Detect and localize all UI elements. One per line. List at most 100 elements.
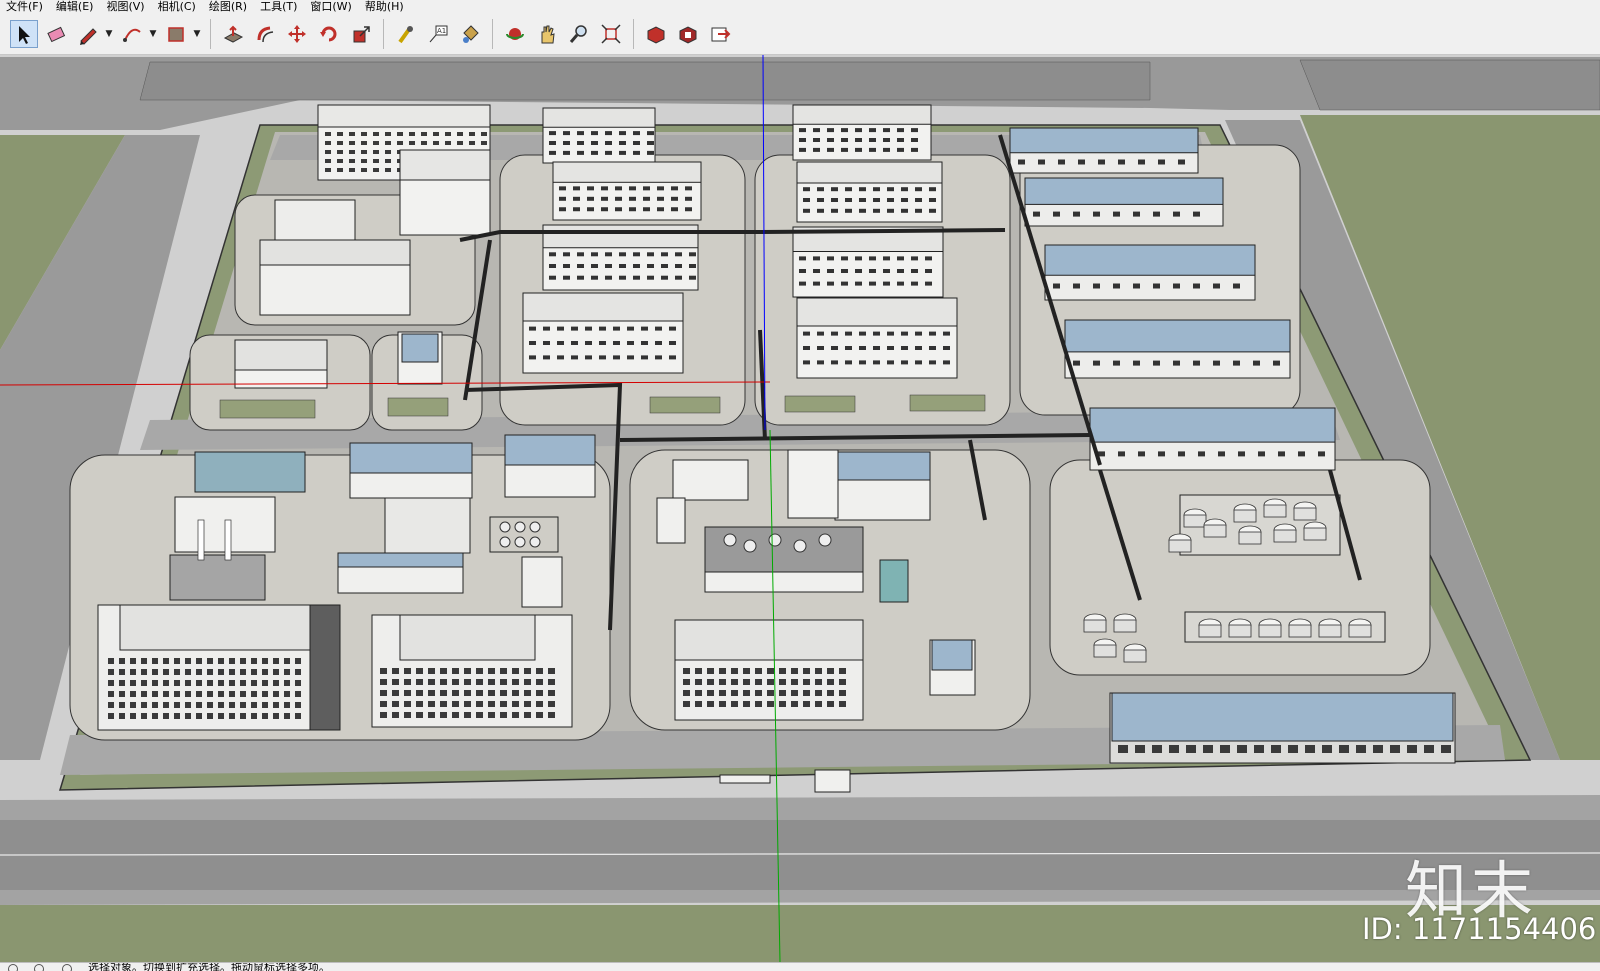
window xyxy=(845,198,852,202)
window xyxy=(1033,211,1040,217)
tape-measure-icon xyxy=(398,26,413,44)
eraser-tool-button[interactable] xyxy=(42,20,70,48)
watermark-id: ID: 1171154406 xyxy=(1362,912,1597,946)
rectangle-dropdown-arrow-icon[interactable]: ▼ xyxy=(192,20,202,48)
window xyxy=(675,264,682,268)
scale-tool-button[interactable] xyxy=(347,20,375,48)
window xyxy=(549,264,556,268)
window xyxy=(743,679,750,685)
window xyxy=(845,360,852,365)
arc-tool-button[interactable] xyxy=(118,20,146,48)
window xyxy=(452,690,459,696)
window xyxy=(831,198,838,202)
window xyxy=(815,690,822,696)
menu-item-7[interactable]: 帮助(H) xyxy=(359,0,411,14)
tape-measure-tool-button[interactable] xyxy=(392,20,420,48)
window xyxy=(185,669,191,675)
text-tool-button[interactable]: A1 xyxy=(424,20,452,48)
rectangle-tool-button[interactable] xyxy=(162,20,190,48)
window xyxy=(897,281,904,286)
menu-item-3[interactable]: 相机(C) xyxy=(152,0,203,14)
push-pull-tool-button[interactable] xyxy=(219,20,247,48)
window xyxy=(633,252,640,257)
window xyxy=(1053,211,1060,217)
orbit-tool-button[interactable] xyxy=(501,20,529,48)
window xyxy=(1158,159,1165,165)
window xyxy=(207,669,213,675)
select-tool-button[interactable] xyxy=(10,20,38,48)
zoom-extents-tool-button[interactable] xyxy=(597,20,625,48)
menu-item-5[interactable]: 工具(T) xyxy=(254,0,304,14)
window xyxy=(815,679,822,685)
window xyxy=(380,712,387,718)
menu-item-6[interactable]: 窗口(W) xyxy=(304,0,358,14)
window xyxy=(901,198,908,202)
window xyxy=(174,702,180,708)
lawn xyxy=(219,399,316,419)
pan-tool-button[interactable] xyxy=(533,20,561,48)
window xyxy=(839,679,846,685)
window xyxy=(671,207,678,212)
window xyxy=(284,702,290,708)
paint-bucket-tool-button[interactable] xyxy=(456,20,484,48)
window xyxy=(1238,451,1245,457)
window xyxy=(1298,451,1305,457)
window xyxy=(901,360,908,365)
window xyxy=(799,147,806,152)
window xyxy=(1093,211,1100,217)
rotate-tool-button[interactable] xyxy=(315,20,343,48)
offset-tool-button[interactable] xyxy=(251,20,279,48)
window xyxy=(548,701,555,707)
window xyxy=(841,269,848,273)
dormitory-building xyxy=(796,297,958,379)
window xyxy=(1133,283,1140,289)
window xyxy=(813,147,820,152)
window xyxy=(855,147,862,152)
pencil-dropdown-arrow-icon[interactable]: ▼ xyxy=(104,20,114,48)
storage-tank-body xyxy=(1273,529,1297,543)
storage-tank-body xyxy=(1293,507,1317,521)
svg-text:A1: A1 xyxy=(437,27,446,35)
window xyxy=(163,658,169,664)
window xyxy=(577,264,584,268)
zoom-tool-button[interactable] xyxy=(565,20,593,48)
window xyxy=(685,186,692,191)
window xyxy=(839,690,846,696)
arc-dropdown-arrow-icon[interactable]: ▼ xyxy=(148,20,158,48)
window xyxy=(601,196,608,201)
window xyxy=(571,326,578,331)
window xyxy=(817,187,824,192)
window xyxy=(767,701,774,707)
warehouse-tool-button[interactable] xyxy=(642,20,670,48)
window xyxy=(799,138,806,142)
model-viewport[interactable] xyxy=(0,55,1600,962)
menu-item-0[interactable]: 文件(F) xyxy=(0,0,50,14)
window xyxy=(605,252,612,257)
extension-warehouse-tool-button[interactable] xyxy=(674,20,702,48)
storage-tank-body xyxy=(1113,619,1137,633)
window xyxy=(683,701,690,707)
window xyxy=(152,680,158,686)
window xyxy=(141,669,147,675)
menu-item-1[interactable]: 编辑(E) xyxy=(50,0,101,14)
window xyxy=(647,131,654,136)
window xyxy=(337,168,343,172)
window xyxy=(619,252,626,257)
menu-item-4[interactable]: 绘图(R) xyxy=(203,0,254,14)
window xyxy=(1153,211,1160,217)
window xyxy=(655,355,662,360)
window xyxy=(591,141,598,145)
window xyxy=(421,132,427,136)
share-model-tool-button[interactable] xyxy=(706,20,734,48)
window xyxy=(571,355,578,360)
menu-item-2[interactable]: 视图(V) xyxy=(100,0,151,14)
window xyxy=(661,252,668,257)
sw-small-shed xyxy=(521,556,563,608)
window xyxy=(174,680,180,686)
window xyxy=(108,658,114,664)
industrial-park-model[interactable] xyxy=(0,55,1600,962)
pencil-tool-button[interactable] xyxy=(74,20,102,48)
toolbar-separator xyxy=(633,19,634,49)
window xyxy=(563,141,570,145)
move-tool-button[interactable] xyxy=(283,20,311,48)
